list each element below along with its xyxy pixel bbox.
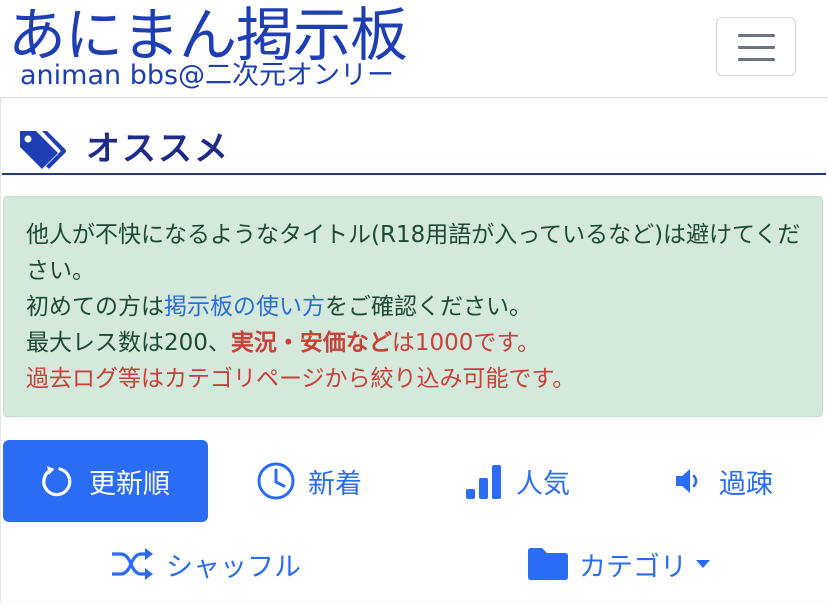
category-label: カテゴリ	[579, 551, 687, 583]
sort-updated-label: 更新順	[89, 468, 170, 500]
sort-popular-label: 人気	[516, 468, 570, 500]
category-dropdown[interactable]: カテゴリ	[520, 524, 750, 604]
folder-icon	[528, 548, 568, 580]
hamburger-menu-button[interactable]	[716, 17, 796, 76]
clock-icon	[257, 462, 295, 500]
notice-line-2-suffix: をご確認ください。	[325, 294, 532, 320]
shuffle-icon	[112, 548, 153, 580]
site-logo-subtitle: animan bbs@二次元オンリー	[20, 60, 395, 91]
signal-bars-icon	[466, 465, 501, 499]
tags-icon	[20, 131, 66, 169]
notice-box: 他人が不快になるようなタイトル(R18用語が入っているなど)は避けてください。 …	[3, 196, 823, 417]
how-to-use-link[interactable]: 掲示板の使い方	[164, 294, 325, 320]
notice-line-2-prefix: 初めての方は	[26, 294, 164, 320]
notice-line-4: 過去ログ等はカテゴリページから絞り込み可能です。	[26, 366, 576, 392]
notice-line-3: 最大レス数は200、実況・安価などは1000です。	[26, 325, 802, 361]
sort-updated-button[interactable]: 更新順	[3, 440, 208, 522]
sort-popular-button[interactable]: 人気	[455, 440, 605, 522]
sort-new-label: 新着	[308, 468, 362, 500]
shuffle-label: シャッフル	[166, 551, 301, 583]
notice-line-3-suffix: は1000です。	[391, 330, 541, 356]
hamburger-icon	[738, 34, 775, 37]
section-heading: オススメ	[18, 122, 828, 178]
shuffle-button[interactable]: シャッフル	[105, 524, 335, 604]
sort-new-button[interactable]: 新着	[248, 440, 403, 522]
hamburger-icon-bar	[738, 46, 775, 49]
section-title-underline	[2, 173, 826, 175]
caret-down-icon	[696, 560, 710, 568]
notice-line-1: 他人が不快になるようなタイトル(R18用語が入っているなど)は避けてください。	[26, 222, 801, 284]
sort-quiet-label: 過疎	[719, 468, 773, 500]
refresh-icon	[42, 466, 72, 497]
hamburger-icon-bar	[738, 58, 775, 61]
sort-quiet-button[interactable]: 過疎	[665, 440, 815, 522]
notice-line-2: 初めての方は掲示板の使い方をご確認ください。	[26, 289, 802, 325]
site-header: あにまん掲示板 animan bbs@二次元オンリー	[0, 0, 828, 98]
speaker-low-icon	[676, 469, 698, 493]
notice-line-3-highlight: 実況・安価など	[230, 330, 392, 356]
section-title: オススメ	[86, 129, 230, 169]
notice-line-3-prefix: 最大レス数は200、	[26, 330, 231, 356]
